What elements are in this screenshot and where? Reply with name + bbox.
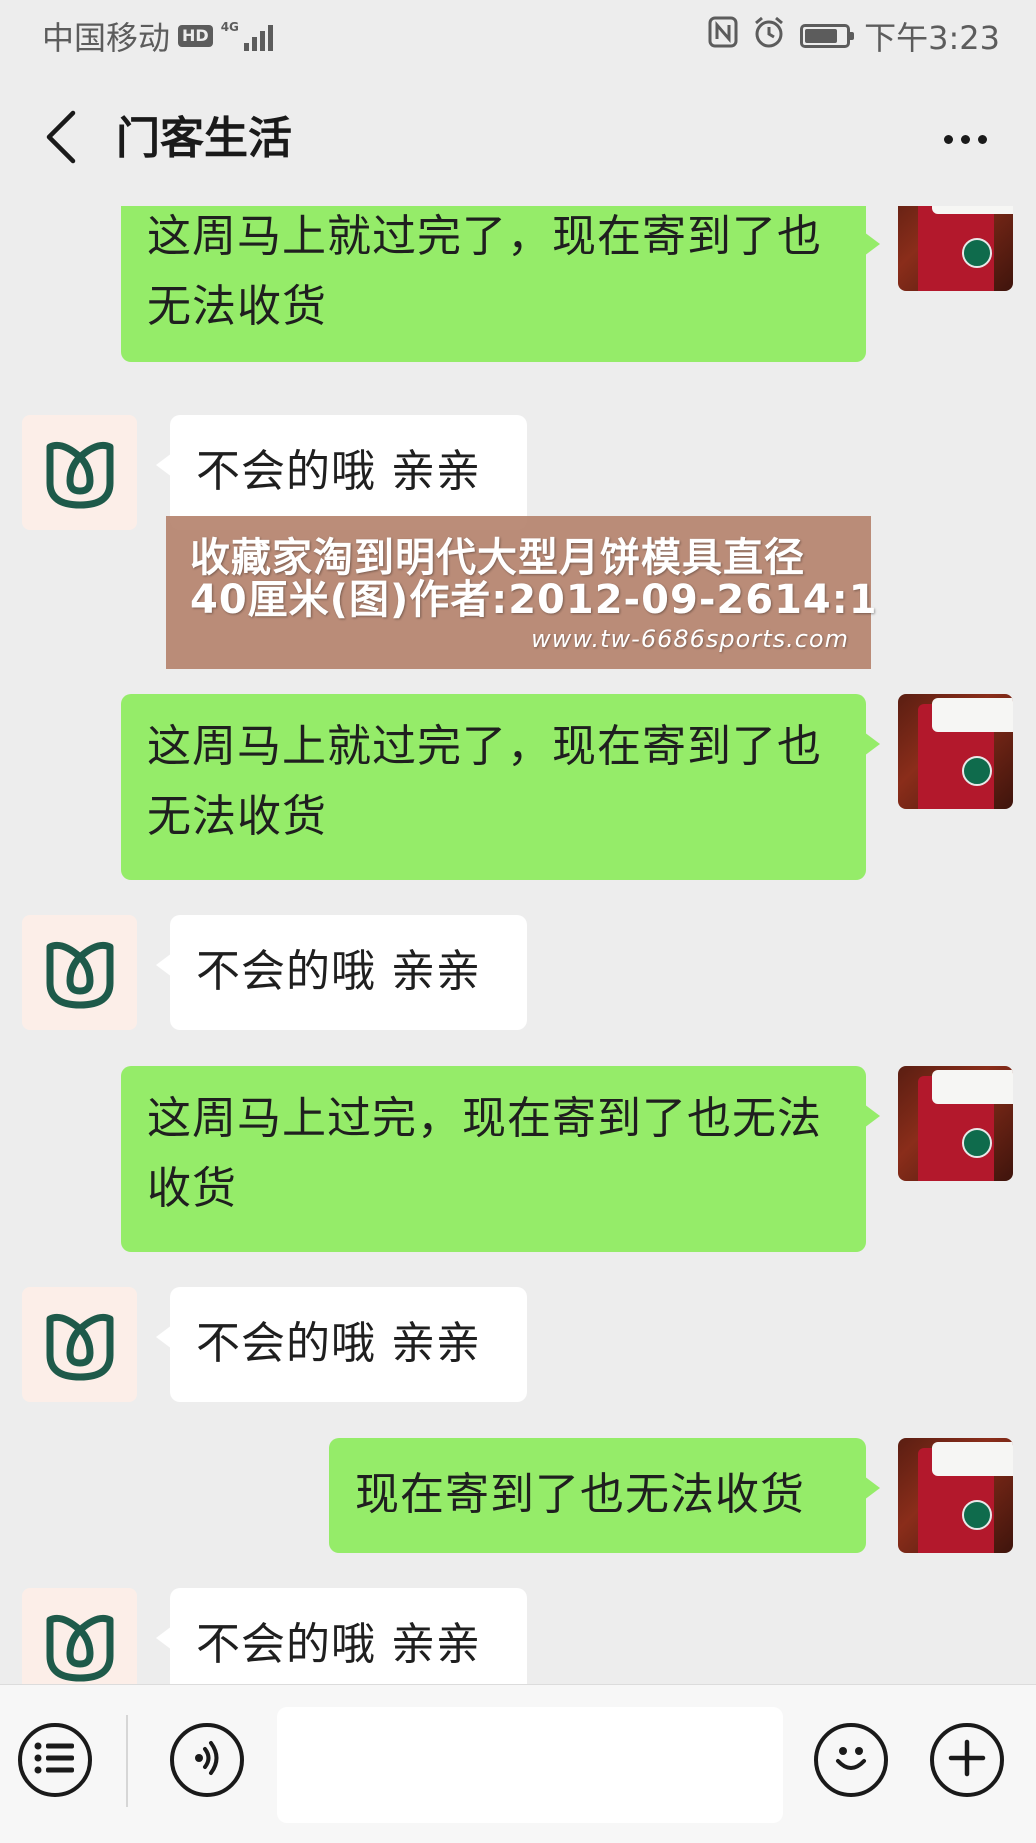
message-bubble-sent[interactable]: 这周马上过完，现在寄到了也无法收货 [121,1066,880,1252]
plus-icon [945,1736,989,1784]
my-avatar[interactable] [898,1438,1013,1553]
chat-title: 门客生活 [116,113,292,164]
status-right: 下午3:23 [708,14,1000,58]
menu-button[interactable] [18,1723,92,1797]
nav-bar: 门客生活 [0,72,1036,206]
contact-avatar[interactable] [22,415,137,530]
emoji-icon [828,1735,874,1785]
tulip-logo-icon [42,431,118,515]
watermark-banner: 收藏家淘到明代大型月饼模具直径 40厘米(图)作者:2012-09-2614:1… [166,516,877,669]
message-text: 不会的哦 亲亲 [196,1619,481,1670]
message-bubble-sent[interactable]: 现在寄到了也无法收货 [329,1438,880,1553]
message-text: 这周马上过完，现在寄到了也无法收货 [147,1093,822,1214]
contact-avatar[interactable] [22,1287,137,1402]
alarm-icon [752,15,786,57]
signal-icon: 4G [221,21,273,51]
voice-button[interactable] [170,1723,244,1797]
contact-avatar[interactable] [22,1588,137,1684]
status-bar: 中国移动 HD 4G 下午3:23 [0,0,1036,72]
more-button[interactable] [930,116,1000,162]
message-bubble-received[interactable]: 不会的哦 亲亲 [156,415,527,530]
my-avatar[interactable] [898,206,1013,291]
message-input[interactable] [277,1707,783,1823]
contact-avatar[interactable] [22,915,137,1030]
more-dots-icon [943,134,953,144]
message-text: 不会的哦 亲亲 [196,1318,481,1369]
message-text: 这周马上就过完了，现在寄到了也无法收货 [147,721,822,842]
message-text: 不会的哦 亲亲 [196,946,481,997]
plus-button[interactable] [930,1723,1004,1797]
nfc-icon [708,16,738,56]
tulip-logo-icon [42,1604,118,1685]
battery-icon [800,24,855,48]
tulip-logo-icon [42,1303,118,1387]
tulip-logo-icon [42,931,118,1015]
message-text: 这周马上就过完了，现在寄到了也无法收货 [147,211,822,332]
watermark-line-2: 40厘米(图)作者:2012-09-2614:1 [190,577,878,623]
message-bubble-sent[interactable]: 这周马上就过完了，现在寄到了也无法收货 [121,694,880,880]
voice-icon [185,1736,229,1784]
message-text: 不会的哦 亲亲 [196,446,481,497]
carrier-label: 中国移动 [42,19,171,57]
input-divider [126,1715,128,1807]
status-left: 中国移动 HD 4G [42,14,273,58]
message-bubble-received[interactable]: 不会的哦 亲亲 [156,1588,527,1684]
network-type: 4G [220,20,239,34]
watermark-line-1: 收藏家淘到明代大型月饼模具直径 [190,535,805,581]
watermark-url: www.tw-6686sports.com [531,625,849,653]
message-text: 现在寄到了也无法收货 [355,1469,805,1520]
message-bubble-received[interactable]: 不会的哦 亲亲 [156,915,527,1030]
my-avatar[interactable] [898,1066,1013,1181]
hd-badge: HD [178,25,213,47]
message-bubble-received[interactable]: 不会的哦 亲亲 [156,1287,527,1402]
my-avatar[interactable] [898,694,1013,809]
chevron-left-icon [43,109,77,169]
back-button[interactable] [30,104,90,174]
clock-label: 下午3:23 [864,19,1000,57]
message-bubble-sent[interactable]: 这周马上就过完了，现在寄到了也无法收货 [121,206,880,362]
input-bar [0,1684,1036,1843]
chat-area[interactable]: 这周马上就过完了，现在寄到了也无法收货 不会的哦 亲亲 这周马上就过完了，现在寄… [0,206,1036,1684]
menu-list-icon [33,1740,77,1780]
emoji-button[interactable] [814,1723,888,1797]
